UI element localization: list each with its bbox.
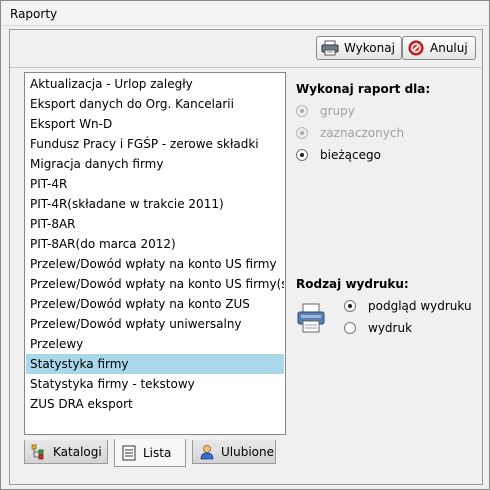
printer-preview-icon bbox=[296, 302, 326, 334]
radio-button-checked[interactable] bbox=[296, 149, 308, 161]
list-icon bbox=[121, 445, 137, 461]
run-for-option-group[interactable]: grupy bbox=[296, 102, 355, 120]
radio-button[interactable] bbox=[296, 105, 308, 117]
list-item[interactable]: ZUS DRA eksport bbox=[26, 394, 284, 414]
radio-button-checked[interactable] bbox=[344, 300, 356, 312]
list-item[interactable]: Przelewy bbox=[26, 334, 284, 354]
list-item[interactable]: Przelew/Dowód wpłaty uniwersalny bbox=[26, 314, 284, 334]
view-tabs: Katalogi Lista Ulubione bbox=[24, 435, 286, 467]
printer-icon bbox=[321, 40, 339, 56]
list-item[interactable]: Fundusz Pracy i FGŚP - zerowe składki bbox=[26, 134, 284, 154]
list-item[interactable]: Aktualizacja - Urlop zaległy bbox=[26, 74, 284, 94]
radio-label: podgląd wydruku bbox=[368, 299, 472, 313]
list-item[interactable]: Eksport danych do Org. Kancelarii bbox=[26, 94, 284, 114]
tab-list[interactable]: Lista bbox=[114, 439, 186, 467]
catalog-tree-icon bbox=[31, 444, 47, 460]
radio-dot bbox=[300, 109, 304, 113]
list-item[interactable]: PIT-4R bbox=[26, 174, 284, 194]
list-item[interactable]: PIT-8AR bbox=[26, 214, 284, 234]
list-item[interactable]: PIT-4R(składane w trakcie 2011) bbox=[26, 194, 284, 214]
cancel-button[interactable]: Anuluj bbox=[402, 36, 476, 60]
run-button[interactable]: Wykonaj bbox=[316, 36, 402, 60]
cancel-icon bbox=[407, 40, 425, 56]
tab-catalogs[interactable]: Katalogi bbox=[24, 440, 108, 464]
radio-label: bieżącego bbox=[320, 148, 381, 162]
run-for-option-current[interactable]: bieżącego bbox=[296, 146, 381, 164]
list-item[interactable]: Migracja danych firmy bbox=[26, 154, 284, 174]
radio-label: wydruk bbox=[368, 321, 413, 335]
print-type-option-print[interactable]: wydruk bbox=[344, 319, 412, 337]
print-type-title: Rodzaj wydruku: bbox=[296, 277, 409, 291]
radio-button[interactable] bbox=[296, 127, 308, 139]
run-for-title: Wykonaj raport dla: bbox=[296, 82, 431, 96]
toolbar: Wykonaj Anuluj bbox=[10, 30, 482, 68]
radio-dot bbox=[300, 153, 304, 157]
run-button-label: Wykonaj bbox=[344, 41, 395, 55]
list-item[interactable]: Statystyka firmy - tekstowy bbox=[26, 374, 284, 394]
run-for-option-selected-items[interactable]: zaznaczonych bbox=[296, 124, 404, 142]
list-item-selected[interactable]: Statystyka firmy bbox=[26, 354, 284, 374]
tab-favorites[interactable]: Ulubione bbox=[192, 440, 276, 464]
tab-favorites-label: Ulubione bbox=[221, 444, 275, 459]
radio-dot bbox=[300, 131, 304, 135]
cancel-button-label: Anuluj bbox=[430, 41, 468, 55]
radio-dot bbox=[348, 304, 352, 308]
list-item[interactable]: Przelew/Dowód wpłaty na konto ZUS bbox=[26, 294, 284, 314]
list-item[interactable]: Eksport Wn-D bbox=[26, 114, 284, 134]
tab-catalogs-label: Katalogi bbox=[53, 444, 102, 459]
window-title: Raporty bbox=[2, 2, 488, 26]
radio-label: zaznaczonych bbox=[320, 126, 405, 140]
list-item[interactable]: PIT-8AR(do marca 2012) bbox=[26, 234, 284, 254]
list-item[interactable]: Przelew/Dowód wpłaty na konto US firmy(s… bbox=[26, 274, 284, 294]
radio-button[interactable] bbox=[344, 322, 356, 334]
radio-label: grupy bbox=[320, 104, 355, 118]
tab-list-label: Lista bbox=[143, 445, 172, 460]
main-panel: Wykonaj Anuluj Aktualizacja - Urlop zale… bbox=[9, 29, 483, 485]
print-type-option-preview[interactable]: podgląd wydruku bbox=[344, 297, 472, 315]
list-item[interactable]: Przelew/Dowód wpłaty na konto US firmy bbox=[26, 254, 284, 274]
reports-window: Raporty Wykonaj Anuluj Aktualizacja - Ur… bbox=[0, 0, 490, 490]
favorites-user-icon bbox=[199, 444, 215, 460]
report-list[interactable]: Aktualizacja - Urlop zaległy Eksport dan… bbox=[24, 72, 286, 435]
